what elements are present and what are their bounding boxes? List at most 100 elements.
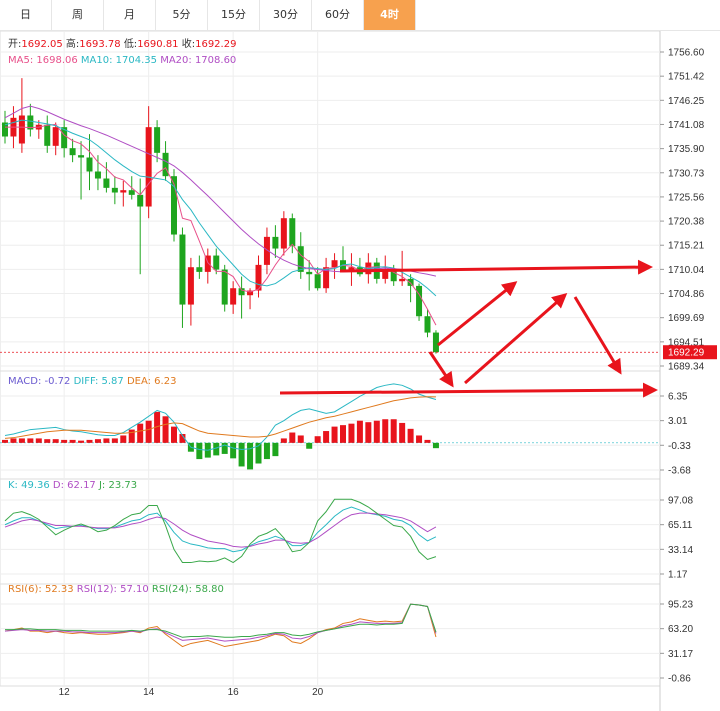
candle-body [145,127,152,207]
ohlc-value: 1692.29 [195,39,236,50]
ohlc-label: 开: [8,39,21,50]
ma-legend-item: MA10: 1704.35 [81,55,160,66]
candle-body [407,278,414,286]
y-tick-label: 1710.04 [668,265,705,276]
panel-frame [0,583,661,687]
candle-body [213,255,220,270]
price-panel: 1756.60 1751.42 1746.25 1741.08 1735.90 1730.… [0,37,717,373]
ohlc-value: 1693.78 [79,39,124,50]
annotation-arrow [279,382,658,398]
panel-frame [0,31,661,372]
tab-0[interactable]: 日 [0,0,52,30]
y-tick-label: 1741.08 [668,120,705,131]
candle-body [128,190,135,195]
candle-body [230,288,237,305]
y-tick-label: 1730.73 [668,168,705,179]
kdj-panel: 97.08 65.11 33.14 1.17 K: 49.36 D: 62.17 J: … [0,480,693,581]
tab-2[interactable]: 月 [104,0,156,30]
y-tick-label: 3.01 [668,416,688,427]
macd-bar [35,438,42,443]
grid-layer [0,31,661,711]
macd-bar [373,420,380,443]
macd-bar [382,419,389,443]
y-tick-label: 1715.21 [668,241,705,252]
macd-bar [61,439,68,443]
y-tick-label: 1751.42 [668,72,705,83]
macd-bar [280,438,287,443]
macd-bar [27,438,34,443]
annotation-arrow [464,293,568,385]
macd-bar [78,440,85,443]
macd-bar [120,435,127,443]
candle-body [297,246,304,272]
macd-bar [365,422,372,443]
current-price-label: 1692.29 [668,348,705,359]
rsi-legend-item: RSI(24): 58.80 [152,584,224,595]
y-tick-label: 63.20 [668,624,693,635]
y-tick-label: 6.35 [668,392,688,403]
macd-bar [44,439,51,443]
candle-body [179,234,186,305]
macd-bar [306,442,313,449]
macd-bar [297,435,304,443]
macd-bar [263,442,270,460]
x-tick-label: 12 [59,687,71,698]
x-tick-label: 14 [143,687,155,698]
tab-5[interactable]: 30分 [260,0,312,30]
rsi-legend-item: RSI(12): 57.10 [77,584,152,595]
y-tick-label: 1699.69 [668,313,705,324]
candle-body [196,267,203,272]
candle-body [69,148,76,156]
candle-body [52,127,59,146]
candle-body [432,332,439,353]
macd-bar [331,426,338,443]
macd-bar [162,416,169,443]
y-tick-label: 1.17 [668,570,688,581]
macd-bar [213,442,220,456]
ohlc-value: 1692.05 [21,39,66,50]
ma-legend-item: MA5: 1698.06 [8,55,81,66]
macd-bar [86,439,93,443]
macd-bar [348,423,355,443]
macd-bar [407,428,414,443]
macd-bar [10,438,17,443]
annotation-arrows [279,259,658,398]
macd-legend-item: DIFF: 5.87 [74,376,127,387]
candle-body [280,218,287,249]
tab-4[interactable]: 15分 [208,0,260,30]
x-tick-label: 16 [228,687,240,698]
tab-6[interactable]: 60分 [312,0,364,30]
kdj-legend-item: K: 49.36 [8,480,53,491]
tab-3[interactable]: 5分 [156,0,208,30]
y-tick-label: 1720.38 [668,217,705,228]
x-axis: 12 14 16 20 [59,687,324,698]
candle-body [137,194,144,207]
rsi-panel: 95.23 63.20 31.17 -0.86 RSI(6): 52.33 RSI(12… [0,584,693,685]
macd-bar [2,439,8,443]
x-tick-label: 20 [312,687,324,698]
macd-bar [238,442,245,467]
macd-legend-item: MACD: -0.72 [8,376,74,387]
tab-1[interactable]: 周 [52,0,104,30]
macd-bar [128,429,135,443]
kdj-j-line [4,498,437,564]
kdj-legend-item: J: 23.73 [98,480,137,491]
ohlc-label: 低: [124,37,137,50]
candle-body [221,269,228,305]
y-tick-label: 1689.34 [668,362,705,373]
chart-svg: 1756.60 1751.42 1746.25 1741.08 1735.90 1730.… [0,31,717,711]
annotation-arrow [437,281,518,347]
y-tick-label: 1756.60 [668,48,705,59]
ohlc-legend: 开:1692.05 高:1693.78 低:1690.81 收:1692.29 [8,37,236,50]
panel-frame [0,370,661,480]
macd-bar [323,431,330,443]
tab-7[interactable]: 4时 [364,0,416,30]
macd-legend: MACD: -0.72 DIFF: 5.87 DEA: 6.23 [8,376,176,387]
macd-bar [424,439,431,443]
candle-body [306,271,313,275]
ohlc-label: 收: [182,37,195,50]
macd-bar [221,442,228,454]
macd-bar [432,442,439,449]
y-tick-label: 1735.90 [668,144,705,155]
macd-bar [103,438,110,443]
